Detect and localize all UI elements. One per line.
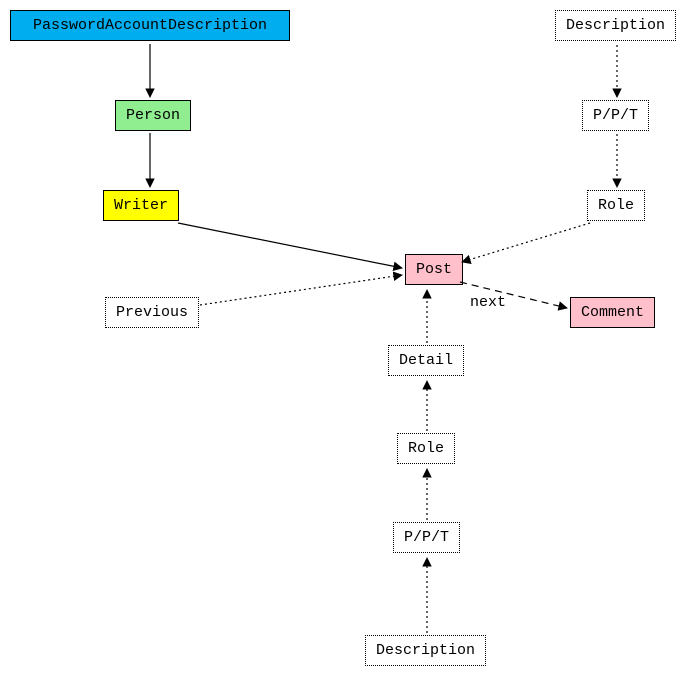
edge-previous-post xyxy=(200,275,402,305)
node-detail: Detail xyxy=(388,345,464,376)
node-writer: Writer xyxy=(103,190,179,221)
node-role-bottom: Role xyxy=(397,433,455,464)
node-password-account-description: PasswordAccountDescription xyxy=(10,10,290,41)
node-comment: Comment xyxy=(570,297,655,328)
node-previous: Previous xyxy=(105,297,199,328)
node-ppt-top: P/P/T xyxy=(582,100,649,131)
node-ppt-bottom: P/P/T xyxy=(393,522,460,553)
node-desc-top: Description xyxy=(555,10,676,41)
node-person: Person xyxy=(115,100,191,131)
node-role-top: Role xyxy=(587,190,645,221)
edge-label-next: next xyxy=(470,294,506,311)
edge-writer-post xyxy=(178,223,402,268)
edge-rolet-post xyxy=(462,223,590,262)
node-post: Post xyxy=(405,254,463,285)
node-desc-bottom: Description xyxy=(365,635,486,666)
